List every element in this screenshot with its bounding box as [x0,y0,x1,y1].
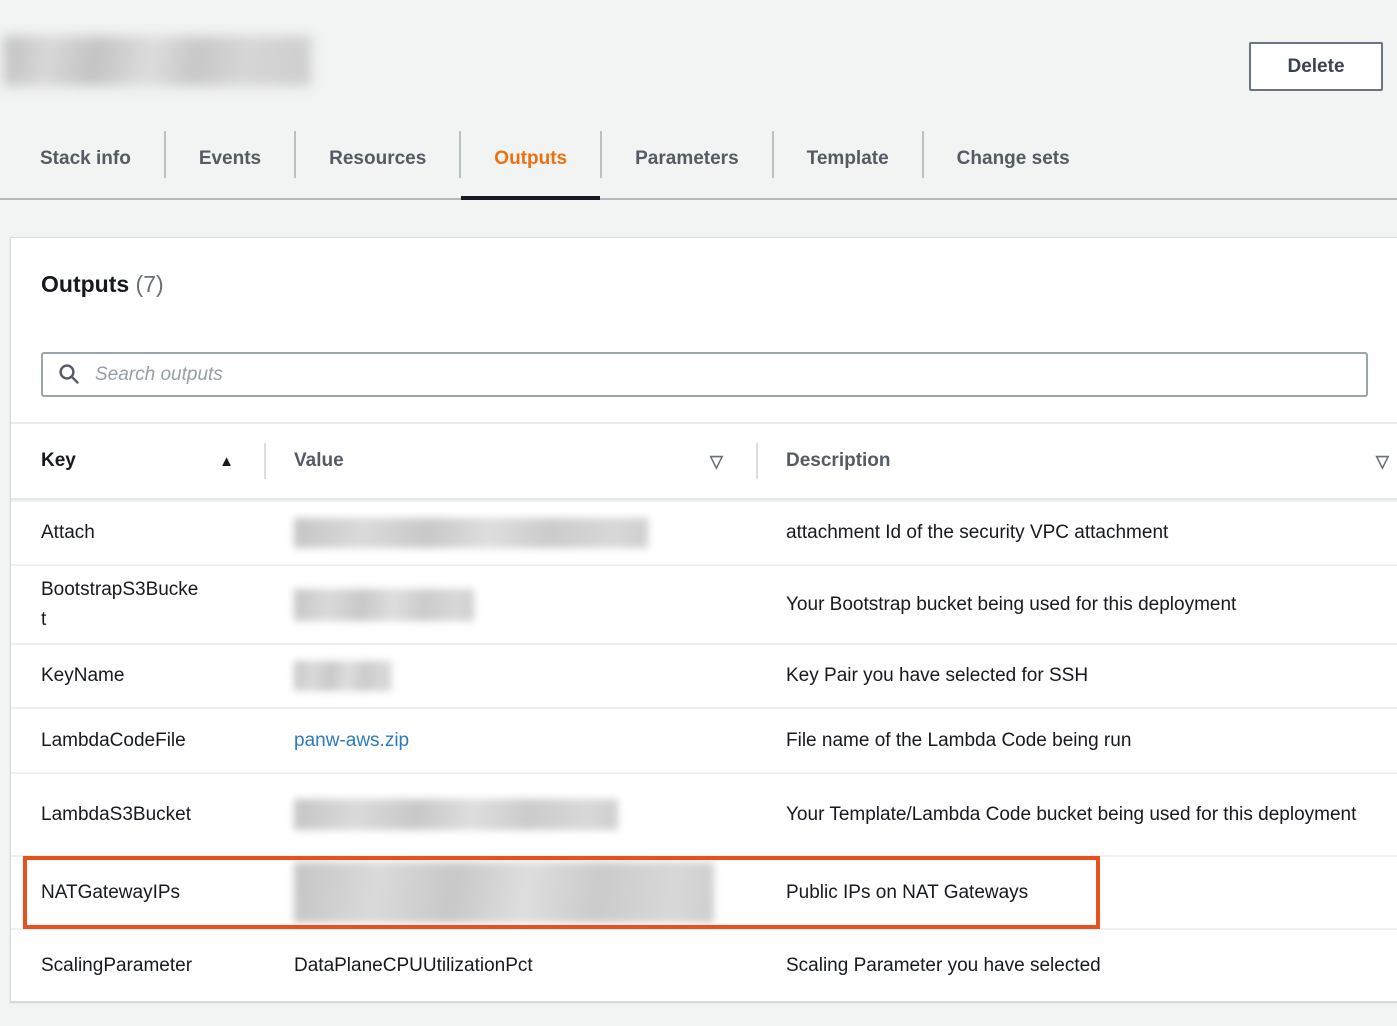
panel-title: Outputs (7) [41,267,1397,301]
search-icon [58,363,81,386]
redacted-value [294,799,618,830]
output-key: BootstrapS3Bucket [11,575,264,635]
output-description: File name of the Lambda Code being run [756,726,1397,756]
tab-bar: Stack info Events Resources Outputs Para… [0,130,1397,200]
stack-name-redacted [4,36,311,86]
redacted-value [294,589,474,621]
table-row-bootstrap-s3-bucket: BootstrapS3Bucket Your Bootstrap bucket … [11,564,1397,643]
table-header: Key ▲ Value ▽ Description ▽ [11,422,1397,500]
tab-template[interactable]: Template [774,130,922,198]
output-value [264,862,756,923]
tab-parameters[interactable]: Parameters [602,130,772,198]
tab-label: Outputs [494,148,567,169]
output-value [264,799,756,830]
tab-events[interactable]: Events [166,130,294,198]
tab-outputs[interactable]: Outputs [461,130,600,198]
sort-ascending-icon[interactable]: ▲ [219,454,234,469]
tab-label: Template [807,148,889,169]
table-row-lambda-code-file: LambdaCodeFile panw-aws.zip File name of… [11,707,1397,772]
column-label: Description [786,450,891,472]
output-value [264,661,756,691]
table-row-nat-gateway-ips: NATGatewayIPs Public IPs on NAT Gateways [11,855,1397,928]
output-value [264,589,756,621]
redacted-value [294,518,648,548]
search-input[interactable] [41,352,1368,397]
panel-title-text: Outputs [41,271,129,297]
filter-icon[interactable]: ▽ [710,453,723,470]
table-row-lambda-s3-bucket: LambdaS3Bucket Your Template/Lambda Code… [11,772,1397,855]
redacted-value [294,862,714,923]
output-description: Scaling Parameter you have selected [756,951,1397,981]
value-link[interactable]: panw-aws.zip [294,730,409,751]
tab-list: Stack info Events Resources Outputs Para… [40,130,1397,198]
output-description: Your Bootstrap bucket being used for thi… [756,590,1397,620]
tab-stack-info[interactable]: Stack info [40,130,164,198]
column-header-key[interactable]: Key ▲ [11,424,264,498]
output-key: Attach [11,518,264,548]
output-description: attachment Id of the security VPC attach… [756,518,1397,548]
tab-resources[interactable]: Resources [296,130,459,198]
column-header-value[interactable]: Value ▽ [264,424,756,498]
delete-button[interactable]: Delete [1249,42,1383,91]
outputs-panel: Outputs (7) Key ▲ Value ▽ Desc [10,237,1397,1002]
output-key: ScalingParameter [11,951,264,981]
tab-label: Resources [329,148,426,169]
output-key: LambdaS3Bucket [11,800,264,830]
output-key: KeyName [11,661,264,691]
column-label: Value [294,450,344,472]
output-key: NATGatewayIPs [11,878,264,908]
output-value [264,518,756,548]
column-header-description[interactable]: Description ▽ [756,424,1397,498]
panel-title-count: (7) [136,271,164,297]
tab-label: Change sets [957,148,1070,169]
tab-change-sets[interactable]: Change sets [924,130,1103,198]
tab-label: Parameters [635,148,739,169]
tab-label: Events [199,148,261,169]
tab-label: Stack info [40,148,131,169]
table-row-scaling-parameter: ScalingParameter DataPlaneCPUUtilization… [11,928,1397,1001]
output-description: Public IPs on NAT Gateways [756,878,1397,908]
output-value: DataPlaneCPUUtilizationPct [264,951,756,981]
output-value: panw-aws.zip [264,726,756,756]
output-description: Key Pair you have selected for SSH [756,661,1397,691]
redacted-value [294,661,391,691]
table-row-key-name: KeyName Key Pair you have selected for S… [11,643,1397,707]
outputs-table: Key ▲ Value ▽ Description ▽ Attach attac… [11,422,1397,1001]
output-description: Your Template/Lambda Code bucket being u… [756,800,1397,830]
filter-icon[interactable]: ▽ [1376,453,1389,470]
table-row-attach: Attach attachment Id of the security VPC… [11,500,1397,564]
column-label: Key [41,450,76,472]
search-box [41,352,1368,397]
output-key: LambdaCodeFile [11,726,264,756]
